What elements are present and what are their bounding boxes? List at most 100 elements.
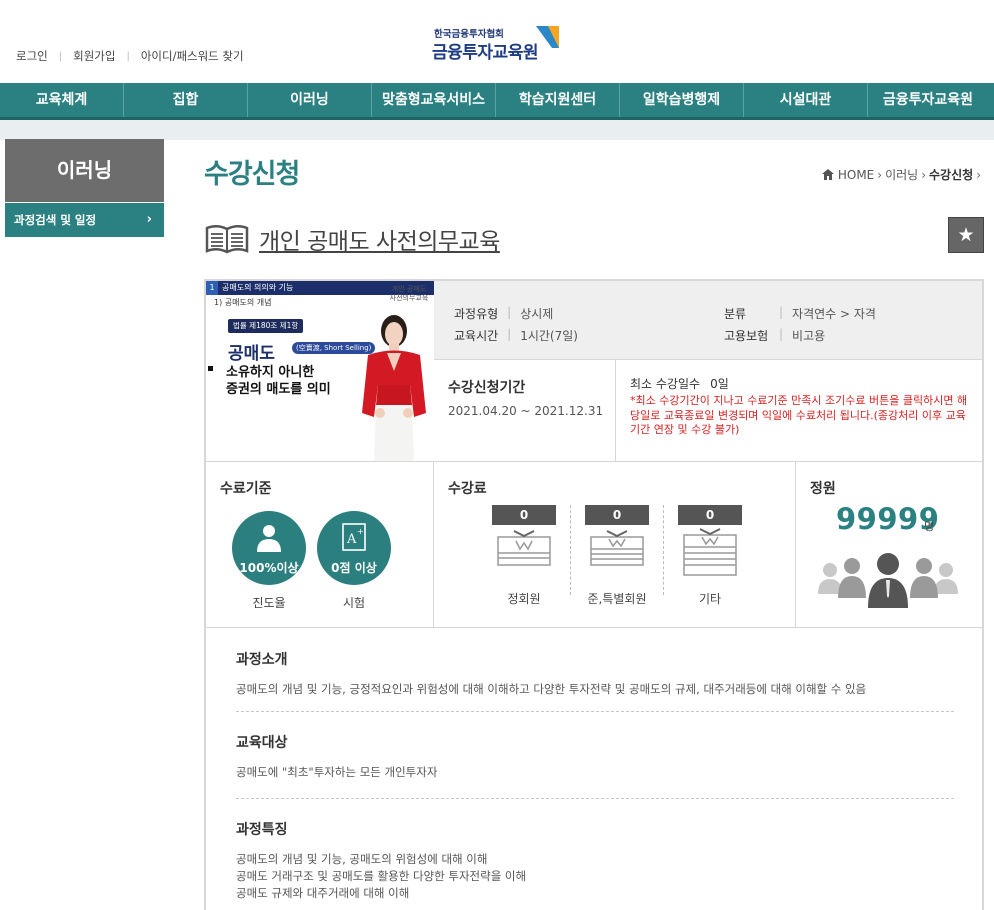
section-intro-heading: 과정소개 bbox=[236, 652, 288, 668]
nav-institute[interactable]: 금융투자교육원 bbox=[868, 83, 988, 117]
course-info-box: 1 공매도의 의의와 기능 1) 공매도의 개념 개인 공매도 사전의무교육 법… bbox=[204, 279, 984, 910]
thumb-badge: 법률 제180조 제1항 bbox=[228, 319, 304, 333]
main-nav: 교육체계 집합 이러닝 맞춤형교육서비스 학습지원센터 일학습병행제 시설대관 … bbox=[0, 83, 994, 120]
list-item: 공매도 거래구조 및 공매도를 활용한 다양한 투자전략을 이해 bbox=[236, 869, 527, 883]
nav-group-class[interactable]: 집합 bbox=[124, 83, 248, 117]
person-icon bbox=[257, 525, 281, 552]
thumb-chapter-no: 1 bbox=[206, 281, 218, 295]
progress-criterion-value: 100%이상 bbox=[239, 561, 299, 575]
money-stack-icon bbox=[683, 528, 737, 576]
divider bbox=[663, 505, 664, 595]
site-logo[interactable]: 한국금융투자협회 금융투자교육원 bbox=[432, 22, 562, 66]
nav-elearning[interactable]: 이러닝 bbox=[248, 83, 372, 117]
bullet-icon bbox=[208, 366, 213, 371]
page-title: 수강신청 bbox=[204, 159, 300, 190]
insurance-label: 고용보험 bbox=[724, 329, 769, 343]
svg-text:A: A bbox=[346, 532, 357, 547]
grade-document-icon: A + bbox=[342, 523, 366, 551]
course-thumbnail[interactable]: 1 공매도의 의의와 기능 1) 공매도의 개념 개인 공매도 사전의무교육 법… bbox=[206, 281, 434, 461]
exam-criterion-label: 시험 bbox=[342, 596, 366, 610]
section-intro: 과정소개 공매도의 개념 및 기능, 긍정적요인과 위험성에 대해 이해하고 다… bbox=[236, 649, 956, 698]
section-target: 교육대상 공매도에 "최초"투자하는 모든 개인투자자 bbox=[236, 732, 956, 781]
fee-regular-label: 정회원 bbox=[507, 592, 541, 606]
chevron-right-icon: › bbox=[146, 212, 152, 227]
nav-learning-support[interactable]: 학습지원센터 bbox=[496, 83, 620, 117]
divider bbox=[570, 505, 571, 595]
section-features-list: 공매도의 개념 및 기능, 공매도의 위험성에 대해 이해 공매도 거래구조 및… bbox=[236, 851, 956, 902]
chevron-right-icon: › bbox=[976, 167, 981, 182]
min-days-note: *최소 수강기간이 지나고 수료기준 만족시 조기수료 버튼을 클릭하시면 해당… bbox=[630, 394, 968, 436]
star-icon: ★ bbox=[957, 224, 975, 246]
fees-label: 수강료 bbox=[448, 481, 487, 497]
edu-time-value: 1시간(7일) bbox=[520, 329, 578, 343]
section-features-heading: 과정특징 bbox=[236, 822, 288, 838]
capacity: 정원 99999 명 bbox=[796, 462, 982, 628]
sidebar-item-course-search[interactable]: 과정검색 및 일정 › bbox=[5, 203, 164, 237]
sidebar-item-label: 과정검색 및 일정 bbox=[14, 213, 97, 227]
section-features: 과정특징 공매도의 개념 및 기능, 공매도의 위험성에 대해 이해 공매도 거… bbox=[236, 819, 956, 902]
breadcrumb-elearning[interactable]: 이러닝 bbox=[885, 166, 918, 183]
course-type-label: 과정유형 bbox=[454, 307, 499, 321]
divider: | bbox=[507, 305, 512, 319]
home-icon bbox=[821, 169, 834, 180]
nav-custom-service[interactable]: 맞춤형교육서비스 bbox=[372, 83, 496, 117]
application-period: 수강신청기간 2021.04.20 ~ 2021.12.31 bbox=[434, 359, 616, 461]
logo-mark-icon bbox=[536, 26, 559, 48]
thumb-subchapter: 1) 공매도의 개념 bbox=[214, 298, 272, 307]
progress-criterion: 100%이상 bbox=[232, 511, 306, 585]
logo-title: 금융투자교육원 bbox=[432, 43, 538, 63]
period-label: 수강신청기간 bbox=[448, 380, 526, 396]
breadcrumb-home[interactable]: HOME bbox=[838, 168, 874, 182]
nav-band bbox=[0, 120, 994, 140]
find-account-link[interactable]: 아이디/패스워드 찾기 bbox=[141, 48, 244, 64]
course-criteria-row: 수료기준 100%이상 진도율 A + 0점 이상 시험 수강료 0 정회원 0… bbox=[206, 461, 982, 628]
fee-regular-amount: 0 bbox=[492, 505, 556, 525]
nav-education-system[interactable]: 교육체계 bbox=[0, 83, 124, 117]
top-links: 로그인 | 회원가입 | 아이디/패스워드 찾기 bbox=[16, 48, 244, 64]
course-title[interactable]: 개인 공매도 사전의무교육 bbox=[259, 222, 500, 256]
presenter-image bbox=[362, 315, 426, 461]
favorite-button[interactable]: ★ bbox=[948, 217, 984, 253]
course-meta: 과정유형 | 상시제 교육시간 | 1시간(7일) 분류 | 자격연수 > 자격… bbox=[434, 281, 982, 359]
divider: | bbox=[58, 50, 63, 62]
divider: | bbox=[779, 305, 784, 319]
book-icon bbox=[205, 225, 249, 254]
course-type-value: 상시제 bbox=[520, 307, 554, 321]
money-stack-icon bbox=[590, 530, 644, 566]
period-value: 2021.04.20 ~ 2021.12.31 bbox=[448, 404, 604, 418]
nav-work-study[interactable]: 일학습병행제 bbox=[620, 83, 744, 117]
completion-label: 수료기준 bbox=[220, 481, 272, 497]
capacity-label: 정원 bbox=[810, 481, 836, 497]
fee-associate-label: 준,특별회원 bbox=[587, 592, 647, 606]
breadcrumb: HOME › 이러닝 › 수강신청 › bbox=[821, 166, 984, 183]
progress-criterion-label: 진도율 bbox=[252, 596, 286, 610]
divider: | bbox=[779, 327, 784, 341]
money-stack-icon bbox=[497, 530, 551, 566]
fee-associate-amount: 0 bbox=[585, 505, 649, 525]
section-target-heading: 교육대상 bbox=[236, 735, 288, 751]
section-intro-text: 공매도의 개념 및 기능, 긍정적요인과 위험성에 대해 이해하고 다양한 투자… bbox=[236, 682, 867, 696]
svg-text:+: + bbox=[357, 527, 364, 536]
insurance-value: 비고용 bbox=[792, 329, 826, 343]
breadcrumb-current: 수강신청 bbox=[929, 168, 974, 182]
thumb-corner: 개인 공매도 사전의무교육 bbox=[389, 285, 429, 302]
thumb-chapter: 공매도의 의의와 기능 bbox=[222, 283, 294, 292]
divider: | bbox=[507, 327, 512, 341]
signup-link[interactable]: 회원가입 bbox=[73, 48, 115, 64]
section-target-text: 공매도에 "최초"투자하는 모든 개인투자자 bbox=[236, 765, 438, 779]
category-label: 분류 bbox=[724, 307, 747, 321]
divider bbox=[236, 798, 954, 799]
divider bbox=[236, 711, 954, 712]
group-people-icon bbox=[818, 553, 958, 608]
course-heading: 개인 공매도 사전의무교육 bbox=[204, 222, 500, 256]
exam-criterion-value: 0점 이상 bbox=[331, 561, 377, 575]
min-study-days: 최소 수강일수 0일 *최소 수강기간이 지나고 수료기준 만족시 조기수료 버튼… bbox=[616, 359, 982, 461]
tuition-fees: 수강료 0 정회원 0 준,특별회원 0 기타 bbox=[434, 462, 796, 628]
login-link[interactable]: 로그인 bbox=[16, 48, 48, 64]
nav-facility-rental[interactable]: 시설대관 bbox=[744, 83, 868, 117]
min-days-label: 최소 수강일수 bbox=[630, 377, 701, 391]
fee-other-amount: 0 bbox=[678, 505, 742, 525]
list-item: 공매도 규제와 대주거래에 대해 이해 bbox=[236, 886, 410, 900]
exam-criterion: A + 0점 이상 bbox=[317, 511, 391, 585]
edu-time-label: 교육시간 bbox=[454, 329, 499, 343]
